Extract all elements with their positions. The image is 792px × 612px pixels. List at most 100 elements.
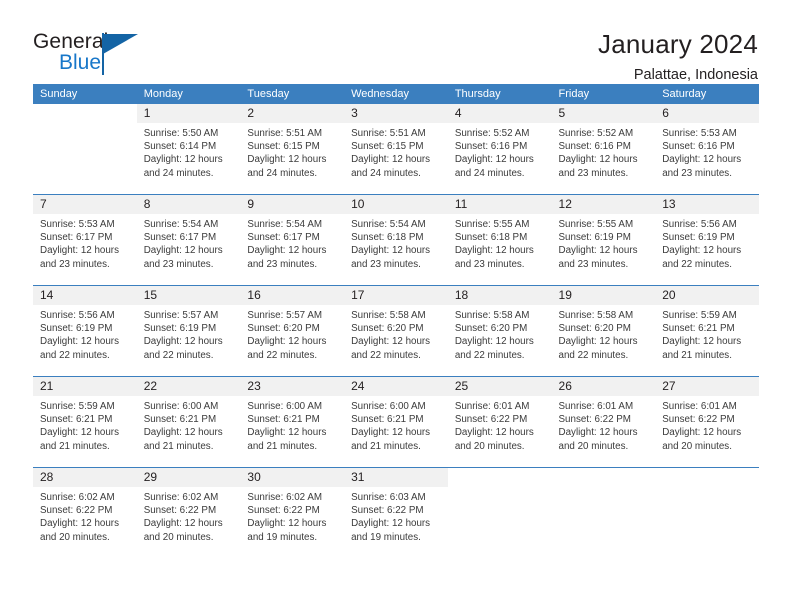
- weekday-header-row: Sunday Monday Tuesday Wednesday Thursday…: [33, 84, 759, 104]
- calendar-day-cell[interactable]: 6 Sunrise: 5:53 AM Sunset: 6:16 PM Daylight…: [655, 104, 759, 195]
- calendar-week-row: 28 Sunrise: 6:02 AM Sunset: 6:22 PM Dayligh…: [33, 467, 759, 558]
- calendar-day-cell[interactable]: 18 Sunrise: 5:58 AM Sunset: 6:20 PM Dayligh…: [447, 285, 552, 377]
- calendar-day-cell[interactable]: 15 Sunrise: 5:57 AM Sunset: 6:19 PM Dayligh…: [136, 285, 241, 377]
- day-detail-sunrise: Sunrise: 5:58 AM: [558, 310, 634, 321]
- calendar-cell-inner: 9 Sunrise: 5:54 AM Sunset: 6:17 PM Daylight…: [240, 195, 345, 285]
- day-details: Sunrise: 5:56 AM Sunset: 6:19 PM Daylight:…: [655, 214, 759, 271]
- day-details: Sunrise: 5:51 AM Sunset: 6:15 PM Daylight:…: [240, 123, 344, 180]
- day-number: 18: [447, 286, 552, 305]
- day-detail-daylight-line2: and 24 minutes.: [454, 167, 525, 179]
- calendar-day-cell[interactable]: 27 Sunrise: 6:01 AM Sunset: 6:22 PM Dayligh…: [655, 376, 759, 468]
- logo-general-blue[interactable]: General Blue: [33, 28, 163, 78]
- day-detail-sunrise: Sunrise: 5:56 AM: [662, 219, 737, 230]
- day-details: Sunrise: 5:58 AM Sunset: 6:20 PM Daylight:…: [552, 305, 656, 362]
- day-details: Sunrise: 5:55 AM Sunset: 6:18 PM Daylight:…: [448, 214, 552, 271]
- day-detail-daylight-line2: and 23 minutes.: [143, 258, 214, 270]
- day-number: 3: [344, 104, 448, 123]
- day-details: Sunrise: 5:55 AM Sunset: 6:19 PM Daylight:…: [552, 214, 656, 271]
- day-detail-daylight-line2: and 23 minutes.: [454, 258, 525, 270]
- calendar-cell-inner: 31 Sunrise: 6:03 AM Sunset: 6:22 PM Dayligh…: [344, 468, 448, 558]
- calendar-day-cell[interactable]: 4 Sunrise: 5:52 AM Sunset: 6:16 PM Daylight…: [447, 104, 552, 195]
- calendar-cell-inner: 30 Sunrise: 6:02 AM Sunset: 6:22 PM Dayligh…: [240, 468, 345, 558]
- day-details: Sunrise: 6:02 AM Sunset: 6:22 PM Daylight:…: [240, 487, 344, 544]
- day-detail-daylight-line2: and 23 minutes.: [351, 258, 421, 270]
- calendar-day-cell[interactable]: 11 Sunrise: 5:55 AM Sunset: 6:18 PM Dayligh…: [447, 194, 552, 286]
- weekday-header-tuesday: Tuesday: [240, 84, 345, 104]
- day-detail-daylight-line1: Daylight: 12 hours: [351, 518, 431, 530]
- day-detail-sunrise: Sunrise: 6:01 AM: [662, 401, 737, 412]
- day-detail-daylight-line1: Daylight: 12 hours: [40, 336, 119, 348]
- day-detail-sunrise: Sunrise: 6:01 AM: [454, 401, 530, 412]
- day-detail-sunset: Sunset: 6:22 PM: [143, 505, 217, 517]
- day-detail-sunset: Sunset: 6:22 PM: [351, 505, 424, 517]
- calendar-day-cell[interactable]: 7 Sunrise: 5:53 AM Sunset: 6:17 PM Daylight…: [33, 194, 137, 286]
- calendar-day-cell[interactable]: 14 Sunrise: 5:56 AM Sunset: 6:19 PM Dayligh…: [33, 285, 137, 377]
- day-detail-sunset: Sunset: 6:14 PM: [143, 141, 217, 153]
- day-details: Sunrise: 6:02 AM Sunset: 6:22 PM Daylight:…: [137, 487, 241, 544]
- calendar-day-cell[interactable]: 1 Sunrise: 5:50 AM Sunset: 6:14 PM Daylight…: [136, 104, 241, 195]
- page-title: January 2024: [598, 29, 758, 59]
- calendar-day-cell[interactable]: 13 Sunrise: 5:56 AM Sunset: 6:19 PM Dayligh…: [655, 194, 759, 286]
- calendar-day-cell[interactable]: 20 Sunrise: 5:59 AM Sunset: 6:21 PM Dayligh…: [655, 285, 759, 377]
- calendar-day-cell[interactable]: 23 Sunrise: 6:00 AM Sunset: 6:21 PM Dayligh…: [240, 376, 345, 468]
- page-header: General Blue January 2024 Palattae, Indo…: [0, 0, 792, 83]
- day-details: Sunrise: 5:59 AM Sunset: 6:21 PM Daylight:…: [33, 396, 137, 453]
- calendar-cell-inner: 18 Sunrise: 5:58 AM Sunset: 6:20 PM Dayligh…: [447, 286, 552, 376]
- day-details: Sunrise: 5:59 AM Sunset: 6:21 PM Daylight:…: [655, 305, 759, 362]
- calendar-day-cell[interactable]: 24 Sunrise: 6:00 AM Sunset: 6:21 PM Dayligh…: [344, 376, 448, 468]
- day-details: Sunrise: 5:54 AM Sunset: 6:17 PM Daylight:…: [137, 214, 241, 271]
- calendar-cell-inner: 21 Sunrise: 5:59 AM Sunset: 6:21 PM Dayligh…: [33, 377, 137, 467]
- calendar-week-row: 1 Sunrise: 5:50 AM Sunset: 6:14 PM Daylight…: [33, 104, 759, 195]
- day-detail-daylight-line1: Daylight: 12 hours: [247, 427, 327, 439]
- day-detail-daylight-line1: Daylight: 12 hours: [351, 427, 431, 439]
- weekday-header-monday: Monday: [136, 84, 241, 104]
- day-detail-sunrise: Sunrise: 6:00 AM: [247, 401, 323, 412]
- page-subtitle-location: Palattae, Indonesia: [633, 67, 758, 83]
- calendar-day-cell[interactable]: 30 Sunrise: 6:02 AM Sunset: 6:22 PM Dayligh…: [240, 467, 345, 558]
- day-detail-sunrise: Sunrise: 5:54 AM: [351, 219, 426, 230]
- day-details: Sunrise: 5:57 AM Sunset: 6:20 PM Daylight:…: [240, 305, 344, 362]
- weekday-header-thursday: Thursday: [447, 84, 552, 104]
- calendar-day-cell[interactable]: 28 Sunrise: 6:02 AM Sunset: 6:22 PM Dayligh…: [33, 467, 137, 558]
- calendar-day-cell[interactable]: 12 Sunrise: 5:55 AM Sunset: 6:19 PM Dayligh…: [551, 194, 656, 286]
- calendar-cell-inner: 29 Sunrise: 6:02 AM Sunset: 6:22 PM Dayligh…: [136, 468, 241, 558]
- day-detail-sunrise: Sunrise: 5:52 AM: [454, 128, 530, 139]
- day-details: Sunrise: 6:00 AM Sunset: 6:21 PM Daylight:…: [137, 396, 241, 453]
- day-detail-daylight-line2: and 23 minutes.: [558, 167, 629, 179]
- day-number: 20: [655, 286, 759, 305]
- calendar-day-cell[interactable]: 19 Sunrise: 5:58 AM Sunset: 6:20 PM Dayligh…: [551, 285, 656, 377]
- day-number: 26: [551, 377, 656, 396]
- calendar-day-cell[interactable]: 9 Sunrise: 5:54 AM Sunset: 6:17 PM Daylight…: [240, 194, 345, 286]
- day-detail-daylight-line1: Daylight: 12 hours: [143, 245, 223, 257]
- calendar-day-cell[interactable]: 2 Sunrise: 5:51 AM Sunset: 6:15 PM Daylight…: [240, 104, 345, 195]
- calendar-day-cell[interactable]: 16 Sunrise: 5:57 AM Sunset: 6:20 PM Dayligh…: [240, 285, 345, 377]
- calendar-cell-inner: 19 Sunrise: 5:58 AM Sunset: 6:20 PM Dayligh…: [551, 286, 656, 376]
- day-detail-sunset: Sunset: 6:20 PM: [454, 323, 528, 335]
- calendar-cell-inner: 24 Sunrise: 6:00 AM Sunset: 6:21 PM Dayligh…: [344, 377, 448, 467]
- weekday-header-friday: Friday: [551, 84, 656, 104]
- calendar-day-cell[interactable]: 3 Sunrise: 5:51 AM Sunset: 6:15 PM Daylight…: [344, 104, 448, 195]
- weekday-header-saturday: Saturday: [655, 84, 759, 104]
- calendar-day-cell[interactable]: 22 Sunrise: 6:00 AM Sunset: 6:21 PM Dayligh…: [136, 376, 241, 468]
- day-number: 1: [136, 104, 241, 123]
- calendar-day-cell[interactable]: 31 Sunrise: 6:03 AM Sunset: 6:22 PM Dayligh…: [344, 467, 448, 558]
- day-detail-daylight-line2: and 21 minutes.: [662, 349, 732, 361]
- day-detail-sunrise: Sunrise: 5:58 AM: [454, 310, 530, 321]
- day-details: Sunrise: 5:51 AM Sunset: 6:15 PM Daylight:…: [344, 123, 448, 180]
- day-number: 23: [240, 377, 345, 396]
- calendar-day-cell[interactable]: 26 Sunrise: 6:01 AM Sunset: 6:22 PM Dayligh…: [551, 376, 656, 468]
- calendar-day-cell[interactable]: 25 Sunrise: 6:01 AM Sunset: 6:22 PM Dayligh…: [447, 376, 552, 468]
- calendar-day-cell[interactable]: 8 Sunrise: 5:54 AM Sunset: 6:17 PM Daylight…: [136, 194, 241, 286]
- day-detail-daylight-line2: and 21 minutes.: [40, 440, 110, 452]
- calendar-day-cell[interactable]: 5 Sunrise: 5:52 AM Sunset: 6:16 PM Daylight…: [551, 104, 656, 195]
- calendar-cell-inner: 10 Sunrise: 5:54 AM Sunset: 6:18 PM Dayligh…: [344, 195, 448, 285]
- calendar-day-cell[interactable]: 10 Sunrise: 5:54 AM Sunset: 6:18 PM Dayligh…: [344, 194, 448, 286]
- day-details: Sunrise: 5:52 AM Sunset: 6:16 PM Daylight:…: [552, 123, 656, 180]
- day-detail-daylight-line2: and 23 minutes.: [40, 258, 110, 270]
- calendar-day-cell[interactable]: 29 Sunrise: 6:02 AM Sunset: 6:22 PM Dayligh…: [136, 467, 241, 558]
- day-detail-daylight-line1: Daylight: 12 hours: [558, 336, 638, 348]
- calendar-day-cell[interactable]: 21 Sunrise: 5:59 AM Sunset: 6:21 PM Dayligh…: [33, 376, 137, 468]
- weekday-header-sunday: Sunday: [33, 84, 137, 104]
- calendar-day-cell[interactable]: 17 Sunrise: 5:58 AM Sunset: 6:20 PM Dayligh…: [344, 285, 448, 377]
- day-detail-daylight-line1: Daylight: 12 hours: [247, 336, 327, 348]
